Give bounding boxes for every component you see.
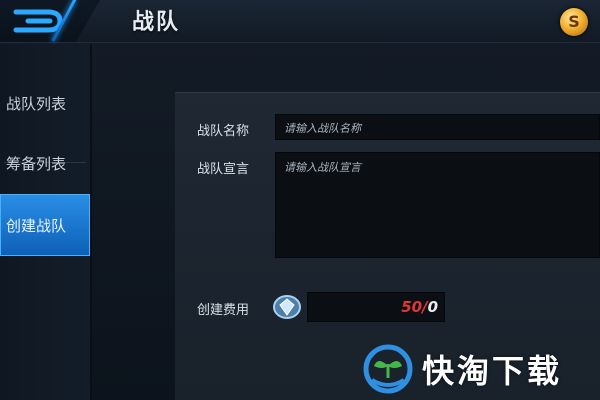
- team-name-label: 战队名称: [197, 124, 250, 139]
- creation-cost-label: 创建费用: [197, 303, 250, 318]
- sidebar: 战队列表 筹备列表 创建战队: [0, 44, 92, 400]
- watermark-text: 快淘下载: [422, 352, 563, 390]
- diamond-icon: [273, 295, 301, 319]
- sidebar-item-label: 筹备列表: [6, 154, 67, 173]
- cost-owned: 50: [401, 298, 423, 316]
- sidebar-item-team-list[interactable]: 战队列表: [0, 74, 90, 132]
- team-name-input[interactable]: 请输入战队名称: [275, 114, 600, 140]
- screen: 战队 S 战队列表 筹备列表 创建战队 战队名称 请输入战队名称 战队宣言 请输…: [0, 0, 600, 400]
- leaf-logo-icon: [363, 344, 413, 394]
- page-title: 战队: [132, 10, 181, 35]
- sidebar-item-label: 战队列表: [6, 94, 67, 113]
- cost-required: 0: [427, 298, 438, 316]
- coin-icon[interactable]: S: [560, 8, 588, 36]
- top-bar: 战队 S: [0, 0, 600, 43]
- sidebar-item-create-team[interactable]: 创建战队: [0, 194, 90, 256]
- back-button[interactable]: [0, 0, 100, 42]
- sidebar-item-prepare-list[interactable]: 筹备列表: [0, 134, 90, 192]
- team-declaration-label: 战队宣言: [197, 162, 250, 177]
- creation-cost-value: 50/0: [307, 292, 445, 322]
- sidebar-item-label: 创建战队: [6, 216, 67, 235]
- team-declaration-input[interactable]: 请输入战队宣言: [275, 152, 600, 258]
- watermark: 快淘下载: [358, 340, 598, 398]
